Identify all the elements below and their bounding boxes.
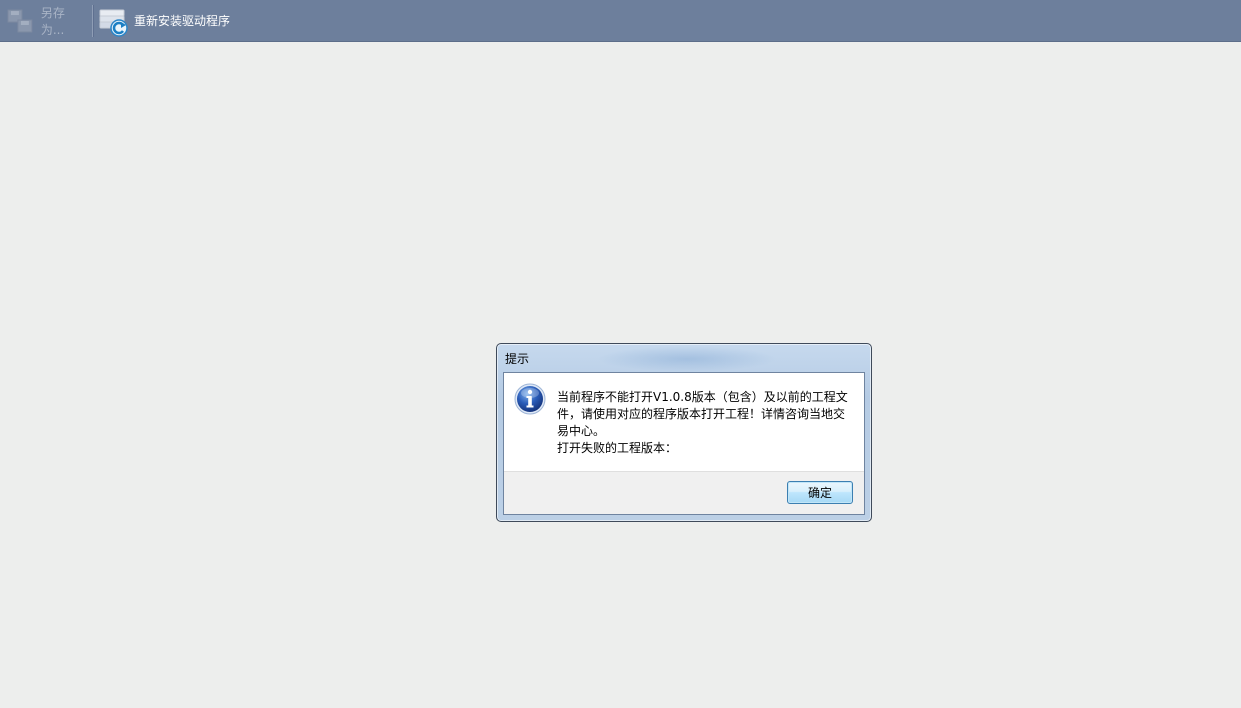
dialog-message-area: 当前程序不能打开V1.0.8版本（包含）及以前的工程文件，请使用对应的程序版本打…: [504, 373, 864, 472]
toolbar-separator: [92, 5, 93, 37]
dialog-body: 当前程序不能打开V1.0.8版本（包含）及以前的工程文件，请使用对应的程序版本打…: [503, 372, 865, 515]
save-as-icon: [7, 9, 33, 32]
toolbar: 另存为... 重新安装驱动程序: [0, 0, 1241, 42]
dialog-title: 提示: [505, 352, 530, 366]
save-as-label: 另存为...: [40, 5, 65, 37]
ok-button[interactable]: 确定: [787, 481, 853, 504]
reinstall-driver-button[interactable]: 重新安装驱动程序: [98, 0, 238, 41]
reinstall-driver-icon: [99, 9, 128, 37]
alert-dialog: 提示 当前程序不能打开V1.0.8版本（包含）及以前的工程文件，请使用对应的程序…: [496, 343, 872, 522]
save-as-button[interactable]: 另存为...: [6, 0, 88, 41]
dialog-message: 当前程序不能打开V1.0.8版本（包含）及以前的工程文件，请使用对应的程序版本打…: [557, 390, 848, 455]
title-bar-glow: [597, 346, 777, 372]
reinstall-driver-label: 重新安装驱动程序: [134, 14, 231, 28]
info-icon: [514, 383, 546, 415]
